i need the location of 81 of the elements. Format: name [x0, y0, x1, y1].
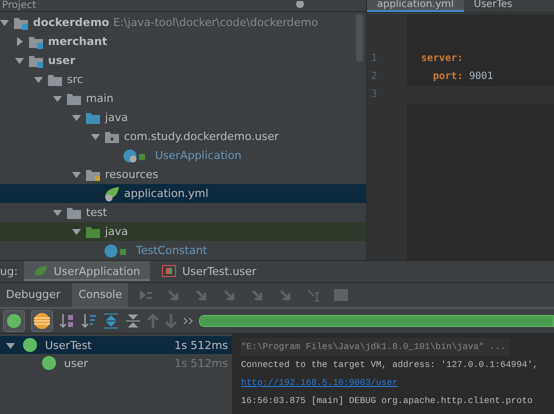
- tree-item[interactable]: resources: [0, 165, 366, 184]
- run-tab[interactable]: UserApplication: [24, 261, 150, 282]
- tree-item[interactable]: com.study.dockerdemo.user: [0, 127, 366, 146]
- folder-icon: [28, 54, 44, 68]
- tree-label: dockerdemo: [33, 16, 110, 29]
- tree-label: com.study.dockerdemo.user: [124, 130, 279, 143]
- expand-arrow-icon[interactable]: [72, 227, 81, 236]
- tree-label: java: [105, 225, 128, 238]
- tree-item[interactable]: application.yml: [0, 184, 366, 203]
- tree-label: merchant: [48, 35, 108, 48]
- folder-icon: [28, 34, 44, 48]
- sort-duration-icon[interactable]: [81, 312, 97, 329]
- test-name: user: [64, 356, 89, 370]
- test-duration: 1s 512ms: [174, 356, 228, 370]
- test-name: UserTest: [45, 338, 93, 352]
- folder-icon: [66, 92, 82, 106]
- expand-arrow-icon[interactable]: [15, 56, 24, 65]
- panel-label: ug:: [0, 264, 18, 278]
- tree-item[interactable]: user: [0, 51, 366, 70]
- tree-item[interactable]: merchant: [0, 32, 366, 51]
- expand-arrow-icon[interactable]: [6, 340, 15, 350]
- tree-item[interactable]: main: [0, 89, 366, 108]
- test-duration: 1s 512ms: [174, 338, 228, 352]
- tree-label: user: [48, 54, 76, 67]
- folder-icon: [85, 224, 101, 238]
- folder-icon: [85, 110, 101, 124]
- test-suite-item[interactable]: UserTest 1s 512ms: [0, 336, 232, 354]
- collapse-all-icon[interactable]: [125, 312, 141, 329]
- console-link[interactable]: http://192.168.5.10:9003/user: [241, 374, 398, 392]
- tree-label: TestConstant: [136, 244, 208, 257]
- panel-title: Project: [2, 0, 36, 11]
- console-line: 16:56:03.875 [main] DEBUG org.apache.http.client.proto: [241, 395, 534, 408]
- folder-icon: [13, 16, 29, 30]
- tree-item[interactable]: TestConstant: [0, 241, 366, 260]
- leaf-icon: [104, 186, 120, 202]
- editor-tab[interactable]: UserTes: [464, 0, 522, 12]
- folder-icon: [47, 72, 63, 86]
- expand-arrow-icon[interactable]: [72, 113, 81, 122]
- tool-tab[interactable]: Console: [72, 282, 128, 307]
- tree-label: java: [105, 111, 128, 124]
- expand-arrow-icon[interactable]: [91, 132, 100, 141]
- expand-all-icon[interactable]: [103, 312, 119, 329]
- project-path: E:\java-tool\docker\code\dockerdemo: [113, 16, 318, 29]
- expand-arrow-icon[interactable]: [53, 208, 62, 217]
- console-line: Connected to the target VM, address: '127.0.0.1:64994',: [241, 359, 540, 372]
- test-icon: [162, 265, 176, 278]
- expand-arrow-icon[interactable]: [34, 75, 43, 84]
- ignored-filter-button[interactable]: [31, 310, 53, 332]
- passed-filter-button[interactable]: [3, 310, 25, 332]
- tree-label: application.yml: [124, 187, 208, 200]
- tree-label: UserApplication: [155, 149, 242, 162]
- expand-arrow-icon[interactable]: [0, 18, 9, 27]
- tree-item[interactable]: src: [0, 70, 366, 89]
- sort-alpha-icon[interactable]: [59, 312, 75, 329]
- tree-label: resources: [105, 168, 158, 181]
- ok-icon: [23, 338, 37, 352]
- run-tab[interactable]: UserTest.user: [152, 261, 266, 282]
- expand-arrow-icon[interactable]: [53, 94, 62, 103]
- folder-icon: [66, 206, 82, 220]
- tree-item[interactable]: UserApplication: [0, 146, 366, 165]
- leaf-icon: [34, 264, 48, 278]
- test-case-item[interactable]: user 1s 512ms: [0, 354, 232, 372]
- tree-label: main: [86, 92, 114, 105]
- yaml-key: server:: [421, 53, 464, 64]
- expand-arrow-icon[interactable]: [15, 37, 24, 46]
- tree-item[interactable]: java: [0, 222, 366, 241]
- tree-item[interactable]: test: [0, 203, 366, 222]
- yaml-key: port:: [433, 71, 464, 82]
- folder-icon: [85, 168, 101, 182]
- tree-item[interactable]: dockerdemo E:\java-tool\docker\code\dockerdemo: [0, 13, 366, 32]
- yaml-value: 9001: [469, 71, 494, 82]
- stripes-icon: [34, 312, 50, 329]
- expand-arrow-icon[interactable]: [72, 170, 81, 179]
- tree-label: test: [86, 206, 108, 219]
- ok-icon: [42, 356, 56, 370]
- tree-label: src: [67, 73, 84, 86]
- tool-tab[interactable]: Debugger: [0, 282, 66, 307]
- package-icon: [104, 130, 120, 144]
- ok-icon: [7, 314, 21, 328]
- tree-item[interactable]: java: [0, 108, 366, 127]
- more-icon[interactable]: [183, 316, 193, 325]
